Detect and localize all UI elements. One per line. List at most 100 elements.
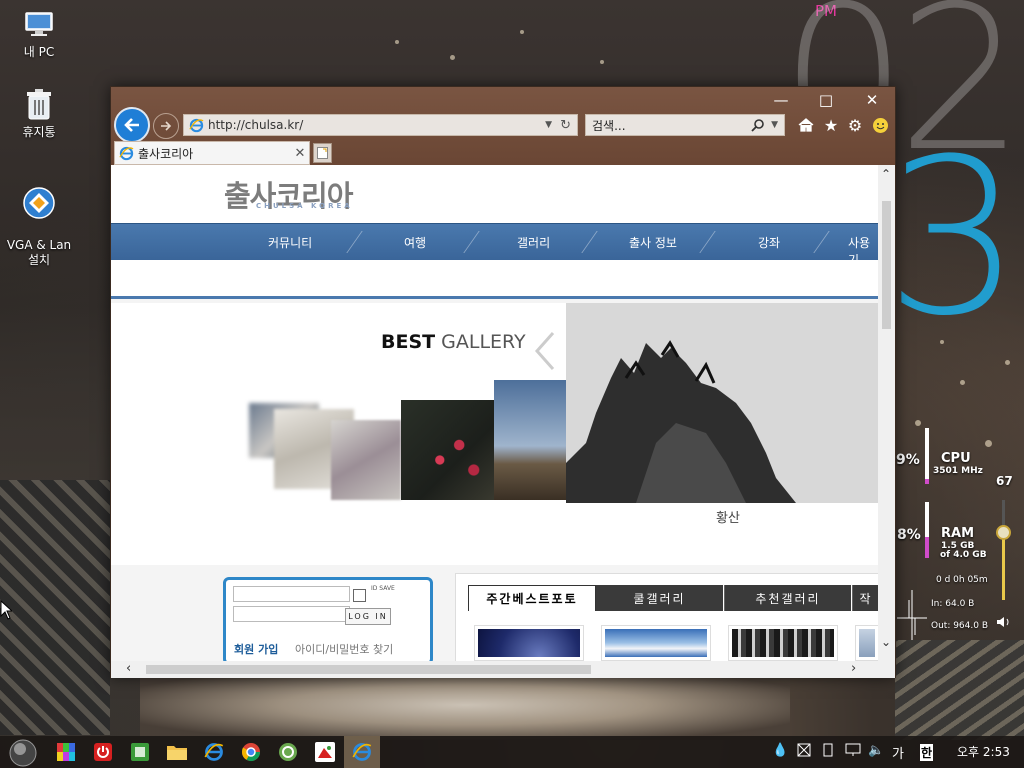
wallpaper-light <box>985 440 992 447</box>
vertical-scroll-thumb[interactable] <box>882 201 891 329</box>
photo-thumb-bamboo[interactable] <box>728 625 838 661</box>
network-tray-icon[interactable] <box>797 743 811 761</box>
home-icon[interactable] <box>796 115 816 135</box>
desktop-icon-label: VGA & Lan 설치 <box>6 238 72 267</box>
maximize-button[interactable]: □ <box>806 91 846 109</box>
arrow-left-icon <box>124 118 139 132</box>
ime-hangul-indicator[interactable]: 한 <box>920 744 934 761</box>
gallery-heading-best: BEST <box>381 331 436 353</box>
tab-weekly-best[interactable]: 주간베스트포토 <box>468 585 596 611</box>
minimize-button[interactable]: — <box>761 91 801 109</box>
tab-recommend-gallery[interactable]: 추천갤러리 <box>724 585 851 611</box>
chrome-icon[interactable] <box>239 740 263 764</box>
ram-bar <box>925 502 929 558</box>
green-app-icon[interactable] <box>128 740 152 764</box>
power-icon[interactable] <box>91 740 115 764</box>
settings-gear-icon[interactable]: ⚙ <box>845 115 865 135</box>
tab-cool-gallery[interactable]: 쿨갤러리 <box>596 585 723 611</box>
ram-detail-total: of 4.0 GB <box>940 550 987 560</box>
cpu-percent: 9% <box>896 452 920 468</box>
nav-info[interactable]: 출사 정보 <box>629 234 677 251</box>
browser-window: — □ ✕ http://chulsa.kr/ ▼ ↻ 검색... ▼ ★ ⚙ … <box>110 86 896 678</box>
gallery-prev-arrow[interactable] <box>533 331 557 375</box>
taskbar-clock[interactable]: 오후 2:53 <box>957 743 1010 760</box>
gallery-thumb-plum[interactable] <box>401 400 498 500</box>
desktop-icon-vga-lan[interactable]: VGA & Lan 설치 <box>1 171 77 283</box>
desktop-icon-my-pc[interactable]: 내 PC <box>1 8 77 60</box>
folder-icon[interactable] <box>165 740 189 764</box>
ram-label: RAM <box>941 526 975 541</box>
arrow-right-icon <box>161 121 172 131</box>
usb-tray-icon[interactable] <box>822 743 834 761</box>
scroll-down-icon[interactable]: ⌄ <box>881 635 891 649</box>
volume-slider-knob[interactable] <box>996 525 1011 540</box>
nav-separator <box>813 231 830 253</box>
find-account-link[interactable]: 아이디/비밀번호 찾기 <box>295 641 393 657</box>
nav-lecture[interactable]: 강좌 <box>758 234 780 251</box>
site-nav: 커뮤니티 여행 갤러리 출사 정보 강좌 사용기 <box>111 223 878 267</box>
taskbar-active-ie[interactable] <box>344 736 380 768</box>
droplet-tray-icon[interactable]: 💧 <box>772 743 788 758</box>
gallery-main-photo[interactable] <box>566 303 878 503</box>
photo-thumb-clouds[interactable] <box>601 625 711 661</box>
login-button[interactable]: LOG IN <box>345 608 391 625</box>
scroll-up-icon[interactable]: ⌃ <box>881 167 891 181</box>
ie-page-icon <box>189 118 204 133</box>
search-dropdown-icon[interactable]: ▼ <box>771 120 778 130</box>
nav-community[interactable]: 커뮤니티 <box>268 234 312 251</box>
nav-travel[interactable]: 여행 <box>404 234 426 251</box>
join-link[interactable]: 회원 가입 <box>234 641 278 657</box>
back-button[interactable] <box>114 107 150 143</box>
desktop-icon-recycle-bin[interactable]: 휴지통 <box>1 88 77 140</box>
speaker-icon[interactable] <box>996 614 1012 628</box>
horizontal-scroll-thumb[interactable] <box>146 665 591 674</box>
tab-title: 출사코리아 <box>138 146 194 161</box>
login-box: ID SAVE LOG IN 회원 가입 아이디/비밀번호 찾기 <box>223 577 433 661</box>
address-dropdown-icon[interactable]: ▼ <box>545 120 552 130</box>
photo-thumb-partial[interactable] <box>855 625 878 661</box>
refresh-icon[interactable]: ↻ <box>560 118 571 133</box>
site-logo-sub: CHULSA KOREA <box>256 202 353 210</box>
browser-tab-active[interactable]: 출사코리아 ✕ <box>114 141 310 165</box>
search-input[interactable]: 검색... <box>592 117 626 134</box>
wallpaper-pillow <box>140 670 790 740</box>
monitor-tray-icon[interactable] <box>845 743 861 761</box>
wallpaper-light <box>600 60 604 64</box>
nav-gallery[interactable]: 갤러리 <box>517 234 550 251</box>
tab-more[interactable]: 작 <box>852 585 878 611</box>
tab-close-icon[interactable]: ✕ <box>291 146 309 161</box>
close-button[interactable]: ✕ <box>852 91 892 109</box>
gallery-thumb-trees[interactable] <box>494 380 572 500</box>
nav-subbar <box>111 260 878 296</box>
search-bar[interactable]: 검색... ▼ <box>585 114 785 136</box>
smiley-feedback-icon[interactable] <box>870 115 890 135</box>
gallery-thumb-blur-3[interactable] <box>331 420 401 500</box>
desktop-icon-label: 내 PC <box>23 45 55 59</box>
ram-percent: 8% <box>897 527 921 543</box>
login-id-input[interactable] <box>233 586 350 602</box>
scroll-left-icon[interactable]: ‹ <box>126 661 131 676</box>
new-tab-button[interactable] <box>313 143 332 163</box>
volume-tray-icon[interactable]: 🔈 <box>868 743 884 758</box>
search-icon[interactable] <box>751 118 765 132</box>
photo-thumb-startrail[interactable] <box>474 625 584 661</box>
address-bar[interactable]: http://chulsa.kr/ ▼ ↻ <box>183 114 578 136</box>
vertical-scrollbar[interactable]: ⌃ ⌄ <box>878 165 895 661</box>
wallpaper-light <box>960 380 965 385</box>
volume-fill <box>1002 532 1005 600</box>
mouse-cursor-icon <box>0 599 14 624</box>
scroll-right-icon[interactable]: › <box>851 661 856 676</box>
color-palette-icon[interactable] <box>54 740 78 764</box>
ie-icon[interactable] <box>202 740 226 764</box>
recycle-app-icon[interactable] <box>276 740 300 764</box>
forward-button[interactable] <box>153 113 179 139</box>
clock-minute: 3 <box>885 112 1022 363</box>
id-save-checkbox[interactable] <box>353 589 366 602</box>
wallpaper-light <box>450 55 455 60</box>
image-app-icon[interactable] <box>313 740 337 764</box>
login-password-input[interactable] <box>233 606 350 622</box>
ime-mode-indicator[interactable]: 가 <box>892 743 904 762</box>
horizontal-scrollbar[interactable]: ‹ › <box>111 661 895 678</box>
favorites-star-icon[interactable]: ★ <box>821 115 841 135</box>
start-orb-icon[interactable] <box>8 738 38 768</box>
